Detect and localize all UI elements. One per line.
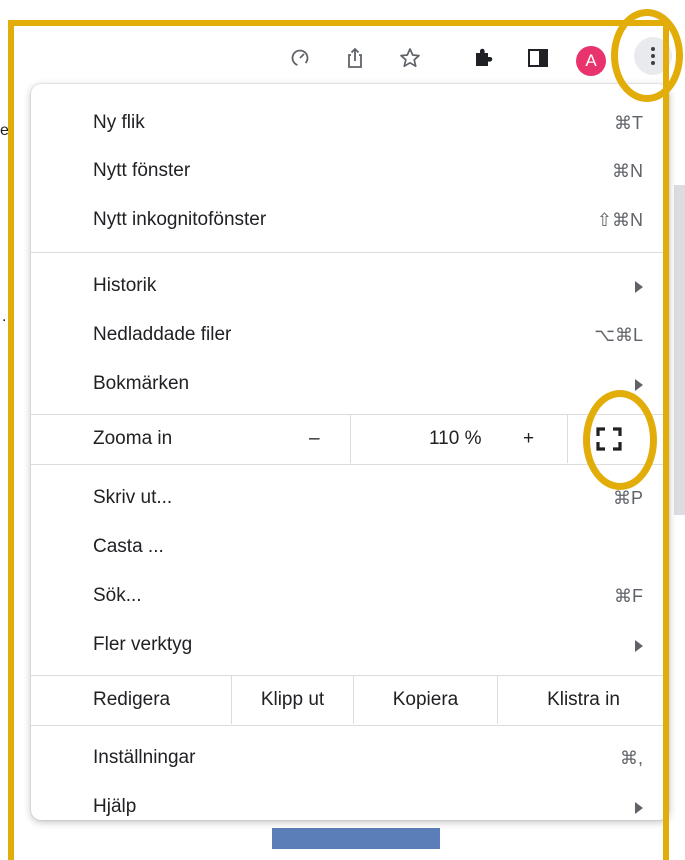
highlight-frame: [8, 20, 669, 860]
page-edge-text: .: [2, 308, 7, 325]
page-scrollbar[interactable]: [674, 185, 685, 515]
highlight-ring-fullscreen: [583, 390, 657, 490]
highlight-ring-menu-button: [611, 9, 683, 102]
